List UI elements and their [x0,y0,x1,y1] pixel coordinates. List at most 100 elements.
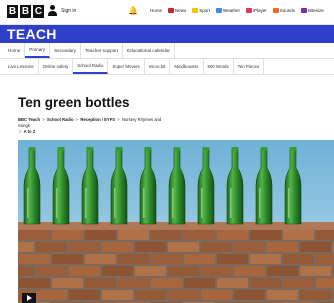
breadcrumb-separator: > [117,117,120,122]
wall-brick [217,230,248,240]
top-bar: B B C Sign in 🔔 Home News Sport Weather … [0,0,334,25]
subnav2-school-radio[interactable]: School Radio [73,59,109,74]
wall-brick [316,230,334,240]
wall-brick [52,230,83,240]
wall-brick [234,266,265,276]
wall-brick [217,254,248,264]
wall-brick [85,230,116,240]
wall-brick [18,266,34,276]
nav-bitesize[interactable]: Bitesize [301,8,324,14]
breadcrumb-reception[interactable]: Reception / EYFS [80,117,115,122]
wall-brick [85,254,116,264]
nav-home[interactable]: Home [143,8,162,13]
wall-brick [267,242,298,252]
bottle-lip [202,147,210,151]
nav-sounds[interactable]: Sounds [272,8,296,14]
breadcrumb-a-to-z[interactable]: A to Z [24,129,36,134]
nav-home-label: Home [150,8,163,13]
wall-brick [283,278,314,288]
nav-sport-label: Sport [199,8,211,13]
subnav-home[interactable]: Home [4,43,26,58]
wall-brick [168,242,199,252]
wall-brick [19,254,50,264]
wall-brick [135,242,166,252]
teach-title[interactable]: TEACH [7,26,57,42]
wall-brick [118,230,149,240]
subnav2-online-safety[interactable]: Online safety [39,59,74,74]
breadcrumb-school-radio[interactable]: School Radio [47,117,74,122]
breadcrumb-bbc-teach[interactable]: BBC Teach [18,117,40,122]
breadcrumb-separator: > [19,129,22,134]
wall-brick [52,254,83,264]
bottle-highlight [143,188,145,218]
home-icon [143,8,149,13]
subnav2-super-movers[interactable]: Super Movers [108,59,145,74]
wall-brick [217,278,248,288]
bottle-lip [144,147,152,151]
wall-brick [316,254,334,264]
subnav2-mindbooster[interactable]: Mindbooster [170,59,204,74]
bottle-lip [86,147,94,151]
nav-bitesize-label: Bitesize [308,8,324,13]
bottle-lip [231,147,239,151]
wall-brick [102,266,133,276]
wall-brick [168,290,199,300]
sounds-icon [272,8,279,14]
bbc-logo[interactable]: B B C [7,5,44,18]
subnav2-500-words[interactable]: 500 Words [204,59,234,74]
weather-icon [216,8,223,14]
bottle-lip [260,147,268,151]
bottle-highlight [201,188,203,218]
subnav2-microbit[interactable]: micro:bit [145,59,171,74]
subnav-teacher-support[interactable]: Teacher support [81,43,124,58]
logo-letter-1: B [7,5,18,18]
breadcrumb-separator: > [42,117,45,122]
bottle-highlight [288,188,290,218]
secondary-subnav: Live Lessons Online safety School Radio … [0,59,334,75]
wall-brick [19,278,50,288]
nav-news[interactable]: News [168,8,187,14]
wall-brick [102,290,133,300]
bottle-highlight [27,188,29,218]
wall-brick [118,254,149,264]
logo-letter-2: B [20,5,31,18]
wall-brick [283,254,314,264]
notifications-bell-icon[interactable]: 🔔 [128,7,138,15]
nav-news-label: News [175,8,187,13]
nav-iplayer-label: iPlayer [252,8,267,13]
bottle-highlight [56,188,58,218]
wall-brick [36,242,67,252]
wall-brick [267,266,298,276]
subnav2-live-lessons[interactable]: Live Lessons [4,59,39,74]
bottle-highlight [259,188,261,218]
wall-brick [201,290,232,300]
wall-brick [18,242,34,252]
subnav-secondary[interactable]: Secondary [50,43,82,58]
subnav-primary[interactable]: Primary [25,43,51,58]
bottle-highlight [114,188,116,218]
nav-sport[interactable]: Sport [192,8,211,14]
wall-brick [135,266,166,276]
wall-brick [151,254,182,264]
iplayer-icon [245,8,252,14]
subnav2-ten-pieces[interactable]: Ten Pieces [234,59,265,74]
nav-weather[interactable]: Weather [216,8,240,14]
news-icon [168,8,175,14]
wall-brick [234,290,265,300]
nav-sounds-label: Sounds [279,8,296,13]
wall-brick [184,278,215,288]
play-button[interactable] [22,293,36,303]
subnav-educational-calendar[interactable]: Educational calendar [123,43,175,58]
global-nav: Home News Sport Weather iPlayer Sounds B… [143,8,324,14]
nav-weather-label: Weather [223,8,240,13]
bottle-lip [289,147,297,151]
sign-in-button[interactable]: Sign in [48,5,76,16]
hero-video-image[interactable] [18,140,334,303]
wall-brick [267,290,298,300]
nav-iplayer[interactable]: iPlayer [245,8,267,14]
wall-brick [316,278,334,288]
sport-icon [192,8,199,14]
brick-wall [18,228,334,303]
wall-brick [36,290,67,300]
sign-in-label: Sign in [61,7,77,14]
